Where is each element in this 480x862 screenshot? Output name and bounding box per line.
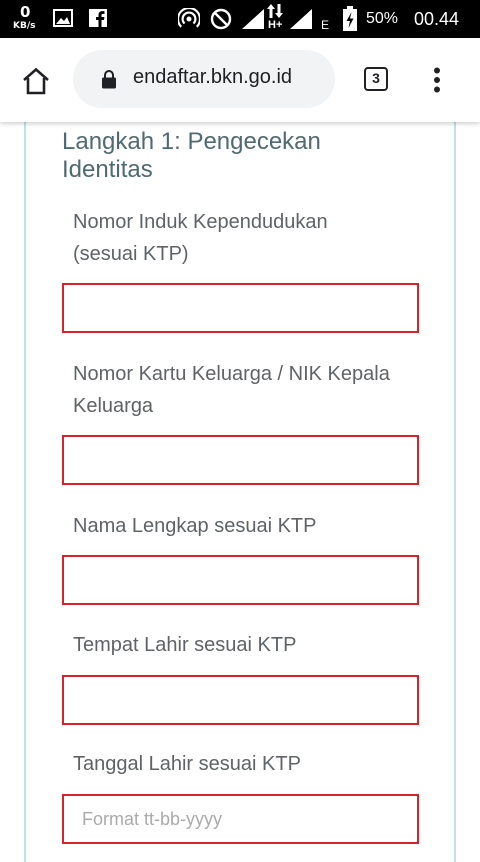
lock-icon[interactable] <box>101 69 117 89</box>
net-speed-value: 0 <box>20 3 31 21</box>
birth-place-input[interactable] <box>62 675 419 725</box>
nik-label: Nomor Induk Kependudukan (sesuai KTP) <box>73 211 328 265</box>
full-name-label: Nama Lengkap sesuai KTP <box>73 515 317 537</box>
nik-input[interactable] <box>62 283 419 333</box>
url-text[interactable]: endaftar.bkn.go.id <box>133 66 292 89</box>
birth-date-input[interactable] <box>62 794 419 844</box>
more-vert-icon[interactable] <box>433 67 441 93</box>
clock-time: 00.44 <box>414 9 460 29</box>
net-speed-unit: KB/s <box>13 21 36 31</box>
address-bar[interactable]: endaftar.bkn.go.id <box>73 50 335 108</box>
kk-label: Nomor Kartu Keluarga / NIK Kepala Keluar… <box>73 363 390 417</box>
browser-toolbar: endaftar.bkn.go.id 3 <box>0 38 480 122</box>
image-icon <box>53 9 73 27</box>
home-icon[interactable] <box>21 67 51 95</box>
full-name-input[interactable] <box>62 555 419 605</box>
birth-date-label: Tanggal Lahir sesuai KTP <box>73 753 301 775</box>
network-type-label: E <box>321 18 330 32</box>
status-bar: 0 KB/s H+ E 50% 00.44 <box>0 0 480 38</box>
data-arrows-icon <box>267 4 283 18</box>
page-content: Langkah 1: Pengecekan Identitas Nomor In… <box>0 122 480 862</box>
battery-percent: 50% <box>366 10 399 27</box>
network-type-label: H+ <box>268 19 283 31</box>
battery-icon <box>343 6 357 31</box>
signal-icon <box>242 9 264 29</box>
signal-icon <box>290 9 312 29</box>
step-title: Langkah 1: Pengecekan Identitas <box>62 128 321 183</box>
tab-switcher-button[interactable]: 3 <box>364 67 388 91</box>
kk-input[interactable] <box>62 435 419 485</box>
birth-place-label: Tempat Lahir sesuai KTP <box>73 634 297 656</box>
facebook-icon <box>89 9 107 27</box>
do-not-disturb-icon <box>210 8 232 30</box>
hotspot-icon <box>178 8 200 28</box>
